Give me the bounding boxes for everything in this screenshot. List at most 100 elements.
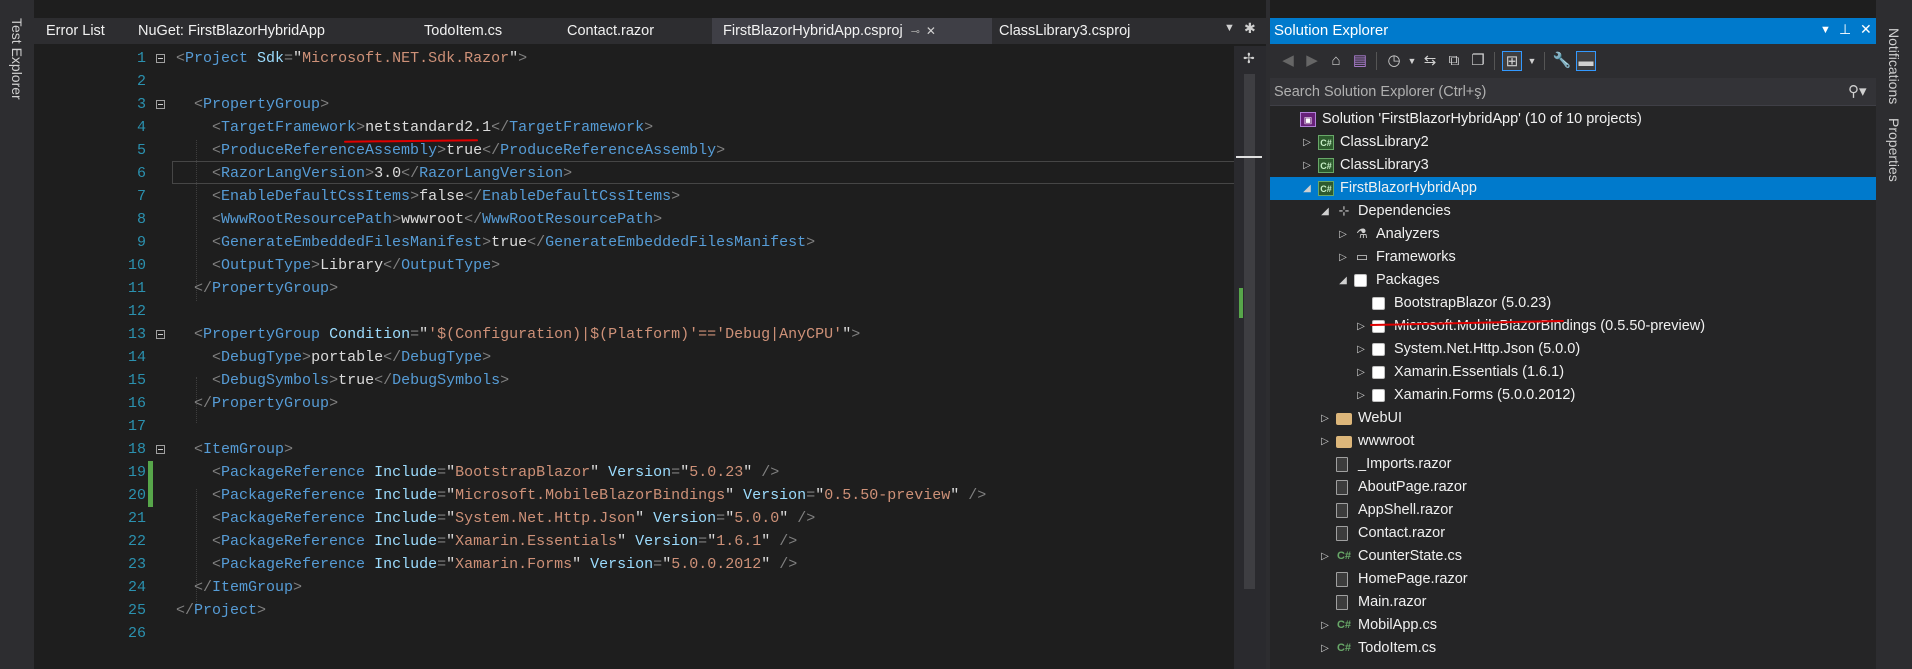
close-icon[interactable]: ✕ xyxy=(926,24,936,38)
chevron-down-icon[interactable]: ▼ xyxy=(1402,51,1422,71)
code-line[interactable]: 15 <DebugSymbols>true</DebugSymbols> xyxy=(64,369,1234,392)
code-line[interactable]: 4 <TargetFramework>netstandard2.1</Targe… xyxy=(64,116,1234,139)
code-line[interactable]: 22 <PackageReference Include="Xamarin.Es… xyxy=(64,530,1234,553)
tree-item[interactable]: ▣ Solution 'FirstBlazorHybridApp' (10 of … xyxy=(1270,108,1876,131)
code-line[interactable]: 16 </PropertyGroup> xyxy=(64,392,1234,415)
solution-tree[interactable]: ▣ Solution 'FirstBlazorHybridApp' (10 of … xyxy=(1270,108,1876,669)
code-line[interactable]: 13 <PropertyGroup Condition="'$(Configur… xyxy=(64,323,1234,346)
tree-item[interactable]: AppShell.razor xyxy=(1270,499,1876,522)
collapsed-arrow-icon[interactable]: ▷ xyxy=(1337,223,1349,246)
collapsed-arrow-icon[interactable]: ▷ xyxy=(1337,246,1349,269)
collapsed-arrow-icon[interactable]: ▷ xyxy=(1355,315,1367,338)
collapse-all-icon[interactable]: ⧉ xyxy=(1444,51,1464,71)
forward-icon[interactable]: ▶ xyxy=(1302,51,1322,71)
show-all-files-icon[interactable]: ❐ xyxy=(1468,51,1488,71)
tree-item[interactable]: ▷ C# ClassLibrary3 xyxy=(1270,154,1876,177)
tab-todoitem[interactable]: TodoItem.cs xyxy=(424,18,502,44)
code-line[interactable]: 23 <PackageReference Include="Xamarin.Fo… xyxy=(64,553,1234,576)
collapsed-arrow-icon[interactable]: ▷ xyxy=(1319,430,1331,453)
tree-item[interactable]: Main.razor xyxy=(1270,591,1876,614)
expanded-arrow-icon[interactable]: ◢ xyxy=(1301,177,1313,200)
home-icon[interactable]: ⌂ xyxy=(1326,51,1346,71)
tree-item[interactable]: _Imports.razor xyxy=(1270,453,1876,476)
pin-icon[interactable]: ⊸ xyxy=(911,26,920,38)
window-position-icon[interactable]: ▼ xyxy=(1820,24,1831,36)
tree-item[interactable]: ▷ wwwroot xyxy=(1270,430,1876,453)
tree-item[interactable]: ▷ Xamarin.Essentials (1.6.1) xyxy=(1270,361,1876,384)
properties-wrench-icon[interactable]: 🔧 xyxy=(1552,51,1572,71)
code-line[interactable]: 20 <PackageReference Include="Microsoft.… xyxy=(64,484,1234,507)
code-line[interactable]: 8 <WwwRootResourcePath>wwwroot</WwwRootR… xyxy=(64,208,1234,231)
collapsed-arrow-icon[interactable]: ▷ xyxy=(1319,614,1331,637)
code-line[interactable]: 2 xyxy=(64,70,1234,93)
collapsed-arrow-icon[interactable]: ▷ xyxy=(1355,338,1367,361)
collapse-icon[interactable] xyxy=(156,330,165,339)
collapsed-arrow-icon[interactable]: ▷ xyxy=(1319,637,1331,660)
tab-dropdown-icon[interactable]: ▼ xyxy=(1224,22,1235,34)
code-line[interactable]: 25 </Project> xyxy=(64,599,1234,622)
search-input[interactable]: Search Solution Explorer (Ctrl+ş) xyxy=(1274,84,1486,100)
gear-icon[interactable]: ✱ xyxy=(1244,20,1256,37)
tree-item[interactable]: ▷ WebUI xyxy=(1270,407,1876,430)
preview-selected-icon[interactable]: ⊞ xyxy=(1502,51,1522,71)
tab-classlibrary3-csproj[interactable]: ClassLibrary3.csproj xyxy=(999,18,1130,44)
code-line[interactable]: 17 xyxy=(64,415,1234,438)
code-line[interactable]: 24 </ItemGroup> xyxy=(64,576,1234,599)
tree-item[interactable]: ▷ C# CounterState.cs xyxy=(1270,545,1876,568)
tree-item[interactable]: ◢ C# FirstBlazorHybridApp xyxy=(1270,177,1876,200)
solution-explorer-search[interactable]: Search Solution Explorer (Ctrl+ş) ⚲▾ xyxy=(1270,78,1876,106)
code-line[interactable]: 19 <PackageReference Include="BootstrapB… xyxy=(64,461,1234,484)
search-icon[interactable]: ⚲▾ xyxy=(1848,82,1867,100)
scrollbar-thumb[interactable] xyxy=(1244,74,1255,589)
pin-icon[interactable]: ⊥ xyxy=(1839,21,1851,38)
code-line[interactable]: 11 </PropertyGroup> xyxy=(64,277,1234,300)
collapsed-arrow-icon[interactable]: ▷ xyxy=(1355,384,1367,407)
code-line[interactable]: 14 <DebugType>portable</DebugType> xyxy=(64,346,1234,369)
tree-item[interactable]: AboutPage.razor xyxy=(1270,476,1876,499)
code-line[interactable]: 18 <ItemGroup> xyxy=(64,438,1234,461)
collapsed-arrow-icon[interactable]: ▷ xyxy=(1301,131,1313,154)
split-window-icon[interactable]: ✢ xyxy=(1243,50,1255,67)
tab-contact-razor[interactable]: Contact.razor xyxy=(567,18,654,44)
tree-item[interactable]: ▷ System.Net.Http.Json (5.0.0) xyxy=(1270,338,1876,361)
collapsed-arrow-icon[interactable]: ▷ xyxy=(1319,407,1331,430)
pending-changes-icon[interactable]: ◷ xyxy=(1384,51,1404,71)
back-icon[interactable]: ◀ xyxy=(1278,51,1298,71)
tree-item[interactable]: ▷ Xamarin.Forms (5.0.0.2012) xyxy=(1270,384,1876,407)
sync-icon[interactable]: ⇆ xyxy=(1420,51,1440,71)
tree-item[interactable]: ▷ C# ClassLibrary2 xyxy=(1270,131,1876,154)
collapsed-arrow-icon[interactable]: ▷ xyxy=(1319,545,1331,568)
collapse-icon[interactable] xyxy=(156,445,165,454)
switch-views-icon[interactable]: ▤ xyxy=(1350,51,1370,71)
tree-item[interactable]: ▷ C# MobilApp.cs xyxy=(1270,614,1876,637)
expanded-arrow-icon[interactable]: ◢ xyxy=(1319,200,1331,223)
tab-error-list[interactable]: Error List xyxy=(46,18,105,44)
collapse-icon[interactable] xyxy=(156,100,165,109)
pending-pin-icon[interactable]: ▬ xyxy=(1576,51,1596,71)
code-line[interactable]: 26 xyxy=(64,622,1234,645)
tree-item[interactable]: ◢ Packages xyxy=(1270,269,1876,292)
code-line[interactable]: 5 <ProduceReferenceAssembly>true</Produc… xyxy=(64,139,1234,162)
code-line[interactable]: 21 <PackageReference Include="System.Net… xyxy=(64,507,1234,530)
tab-nuget[interactable]: NuGet: FirstBlazorHybridApp xyxy=(138,18,325,44)
tree-item[interactable]: BootstrapBlazor (5.0.23) xyxy=(1270,292,1876,315)
close-icon[interactable]: ✕ xyxy=(1860,21,1872,38)
collapsed-arrow-icon[interactable]: ▷ xyxy=(1301,154,1313,177)
tree-item[interactable]: Contact.razor xyxy=(1270,522,1876,545)
tree-item[interactable]: ◢ ⊹ Dependencies xyxy=(1270,200,1876,223)
properties-tab[interactable]: Properties xyxy=(1886,118,1902,182)
test-explorer-tab[interactable]: Test Explorer xyxy=(9,18,25,100)
code-line[interactable]: 7 <EnableDefaultCssItems>false</EnableDe… xyxy=(64,185,1234,208)
code-line[interactable]: 10 <OutputType>Library</OutputType> xyxy=(64,254,1234,277)
code-line[interactable]: 6 <RazorLangVersion>3.0</RazorLangVersio… xyxy=(64,162,1234,185)
tree-item[interactable]: ▷ Microsoft.MobileBlazorBindings (0.5.50-… xyxy=(1270,315,1876,338)
code-line[interactable]: 1 <Project Sdk="Microsoft.NET.Sdk.Razor"> xyxy=(64,47,1234,70)
chevron-down-icon[interactable]: ▼ xyxy=(1522,51,1542,71)
code-area[interactable]: 1 <Project Sdk="Microsoft.NET.Sdk.Razor">… xyxy=(64,46,1300,669)
code-line[interactable]: 9 <GenerateEmbeddedFilesManifest>true</G… xyxy=(64,231,1234,254)
notifications-tab[interactable]: Notifications xyxy=(1886,28,1902,104)
collapse-icon[interactable] xyxy=(156,54,165,63)
tree-item[interactable]: ▷ ⚗ Analyzers xyxy=(1270,223,1876,246)
tab-firstblazorhybridapp-csproj[interactable]: FirstBlazorHybridApp.csproj ⊸ ✕ xyxy=(712,18,992,44)
editor-scrollbar[interactable]: ✢ xyxy=(1234,46,1266,669)
